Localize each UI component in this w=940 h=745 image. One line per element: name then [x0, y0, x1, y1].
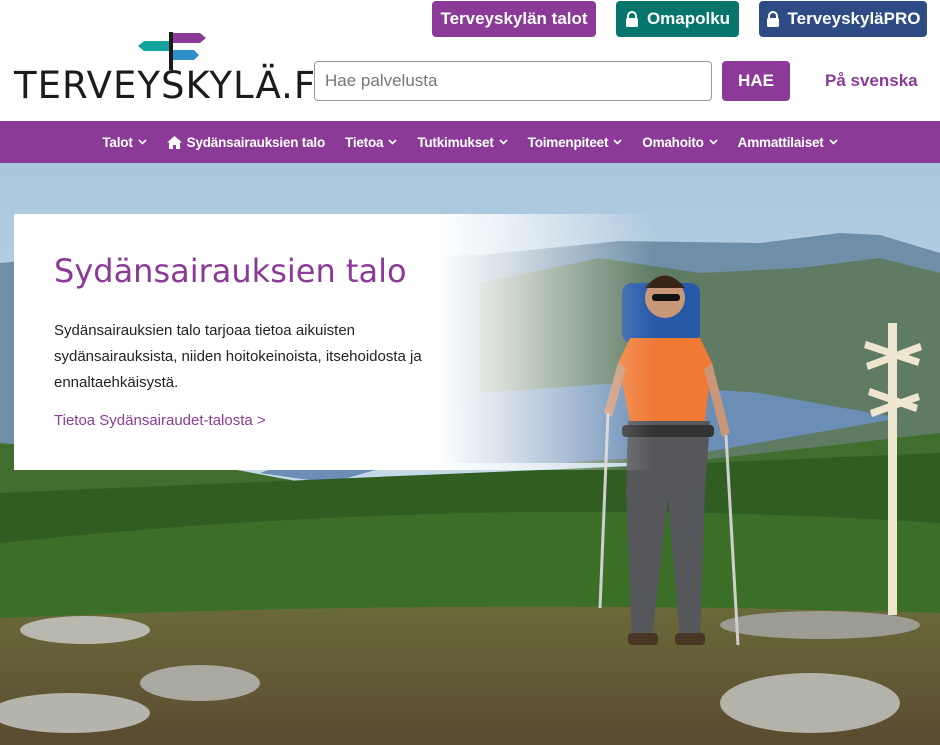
hero-description: Sydänsairauksien talo tarjoaa tietoa aik…: [54, 322, 422, 391]
chevron-down-icon: [499, 139, 508, 145]
nav-item-label: Toimenpiteet: [527, 134, 609, 150]
nav-item-sydansairauksien-talo[interactable]: Sydänsairauksien talo: [166, 134, 326, 150]
terveyskylan-talot-button[interactable]: Terveyskylän talot: [432, 1, 596, 37]
logo-wordmark: TERVEYSKYLÄ.FI: [14, 64, 329, 107]
hero-info-link[interactable]: Tietoa Sydänsairaudet-talosta >: [54, 412, 266, 429]
nav-item-omahoito[interactable]: Omahoito: [642, 134, 718, 150]
omapolku-label: Omapolku: [646, 9, 731, 28]
chevron-down-icon: [829, 139, 838, 145]
chevron-down-icon: [709, 139, 718, 145]
nav-item-toimenpiteet[interactable]: Toimenpiteet: [528, 135, 623, 150]
nav-item-label: Omahoito: [642, 134, 704, 150]
lock-icon: [766, 11, 779, 27]
search-input[interactable]: [314, 61, 712, 101]
nav-item-label: Talot: [102, 134, 133, 150]
chevron-down-icon: [138, 139, 147, 145]
nav-item-ammattilaiset[interactable]: Ammattilaiset: [738, 135, 838, 150]
nav-item-tietoa[interactable]: Tietoa: [345, 135, 397, 150]
nav-item-label: Sydänsairauksien talo: [186, 134, 326, 150]
terveyskyla-pro-label: TerveyskyläPRO: [787, 9, 921, 28]
main-nav: Talot Sydänsairauksien talo Tietoa Tutki…: [0, 121, 940, 163]
terveyskyla-pro-button[interactable]: TerveyskyläPRO: [759, 1, 927, 37]
nav-item-label: Ammattilaiset: [737, 134, 824, 150]
omapolku-button[interactable]: Omapolku: [616, 1, 739, 37]
nav-item-talot[interactable]: Talot: [102, 134, 147, 150]
hero-info-card: Sydänsairauksien talo Sydänsairauksien t…: [14, 214, 654, 470]
home-icon: [166, 135, 182, 149]
chevron-down-icon: [613, 139, 622, 145]
site-logo[interactable]: TERVEYSKYLÄ.FI: [14, 30, 327, 107]
chevron-down-icon: [388, 139, 397, 145]
swedish-language-link[interactable]: På svenska: [825, 71, 918, 91]
lock-icon: [625, 11, 638, 27]
nav-item-label: Tutkimukset: [417, 134, 494, 150]
search-button[interactable]: HAE: [722, 61, 790, 101]
nav-item-label: Tietoa: [345, 134, 384, 150]
nav-item-tutkimukset[interactable]: Tutkimukset: [417, 134, 508, 150]
hero-banner: Sydänsairauksien talo Sydänsairauksien t…: [0, 163, 940, 745]
hero-title: Sydänsairauksien talo: [54, 252, 407, 290]
terveyskylan-talot-label: Terveyskylän talot: [440, 9, 588, 28]
